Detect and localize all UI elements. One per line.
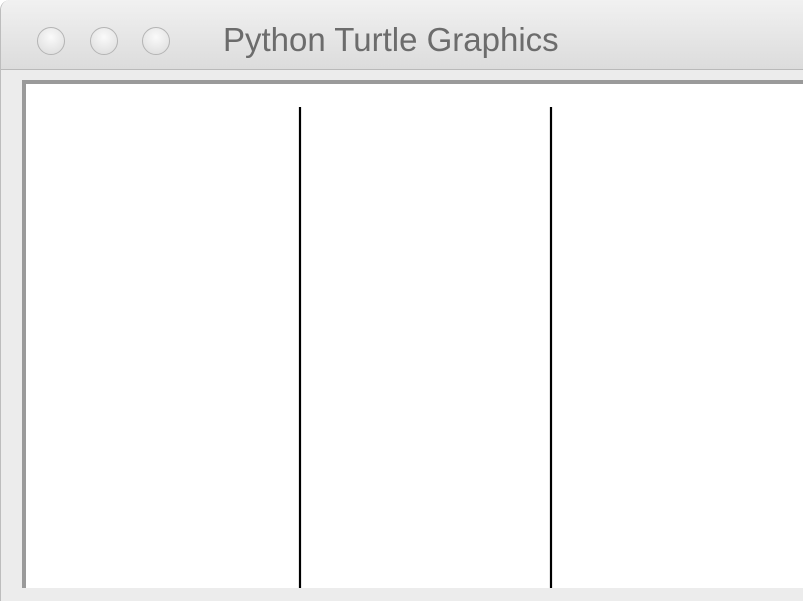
window-bottom-edge [1,588,803,601]
minimize-button-icon[interactable] [90,27,118,55]
turtle-drawing [298,107,553,590]
title-bar[interactable]: Python Turtle Graphics [1,0,803,70]
zoom-button-icon[interactable] [142,27,170,55]
window-title: Python Turtle Graphics [223,21,559,58]
turtle-canvas[interactable] [22,80,803,590]
turtle-window: Python Turtle Graphics [0,0,803,601]
close-button-icon[interactable] [37,27,65,55]
